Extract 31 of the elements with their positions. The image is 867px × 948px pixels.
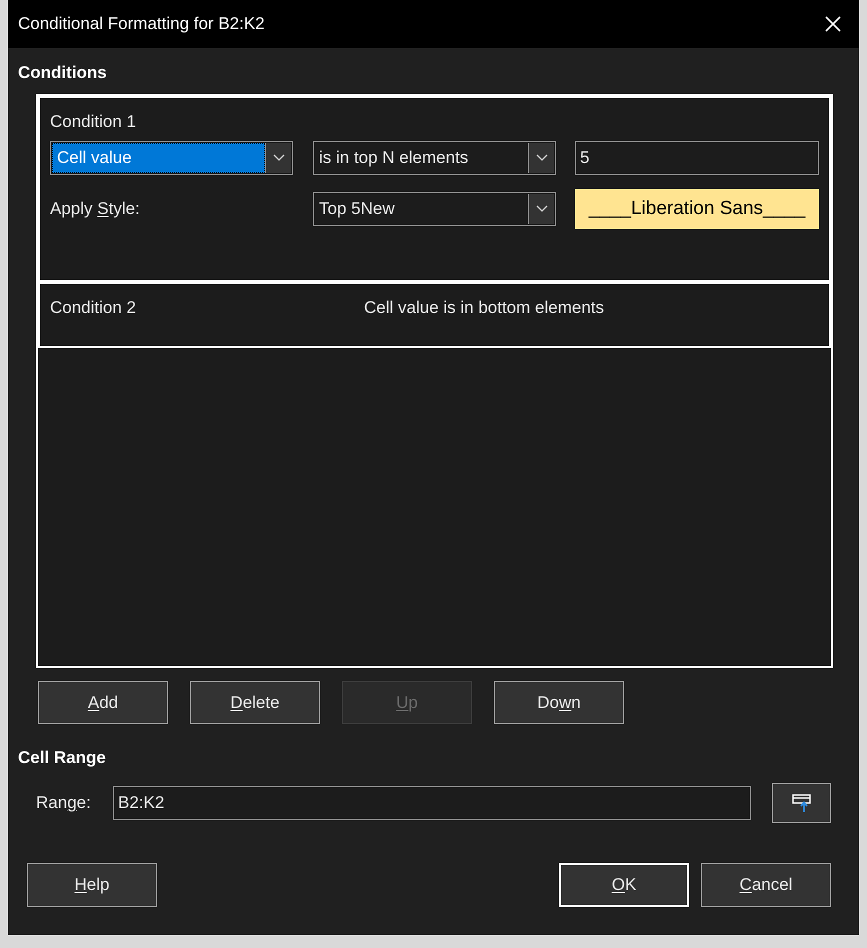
- section-heading: Cell Range: [18, 748, 107, 768]
- dialog-button[interactable]: Cancel: [701, 863, 831, 907]
- chevron-down-icon: [536, 205, 548, 213]
- condition-title: Condition 1: [50, 112, 138, 132]
- chevron-down-icon: [272, 154, 284, 162]
- list-button[interactable]: Down: [494, 681, 624, 724]
- dropdown[interactable]: is in top N elements: [313, 141, 556, 175]
- condition-title: Condition 2: [50, 298, 138, 319]
- condition-entry[interactable]: Condition 1 Cell value is in top N elements 5 Apply Style: Top 5New ____Liberation Sans____: [38, 96, 831, 282]
- close-icon: [825, 16, 841, 32]
- dialog-button[interactable]: OK: [559, 863, 689, 907]
- condition-entry[interactable]: Condition 2 Cell value is in bottom elements: [38, 282, 831, 348]
- dropdown-value: is in top N elements: [318, 147, 470, 170]
- style-preview: ____Liberation Sans____: [575, 189, 819, 229]
- range-label: Range:: [36, 792, 92, 814]
- chevron-down-icon: [536, 154, 548, 162]
- dropdown[interactable]: Cell value: [50, 141, 293, 175]
- value-field[interactable]: 5: [575, 141, 819, 175]
- list-button[interactable]: Add: [38, 681, 168, 724]
- collapse-dialog-icon: [790, 793, 812, 813]
- dropdown-value: Top 5New: [318, 198, 396, 220]
- dropdown-value: Cell value: [52, 143, 265, 173]
- section-heading: Conditions: [18, 63, 108, 83]
- dialog-button[interactable]: Help: [27, 863, 157, 907]
- shrink-button[interactable]: [772, 783, 831, 823]
- apply-style-label: Apply Style:: [50, 198, 141, 220]
- window-title: Conditional Formatting for B2:K2: [18, 13, 265, 36]
- list-button[interactable]: Delete: [190, 681, 320, 724]
- dropdown[interactable]: Top 5New: [313, 192, 556, 226]
- condition-summary: Cell value is in bottom elements: [364, 298, 604, 319]
- range-field[interactable]: B2:K2: [113, 786, 751, 820]
